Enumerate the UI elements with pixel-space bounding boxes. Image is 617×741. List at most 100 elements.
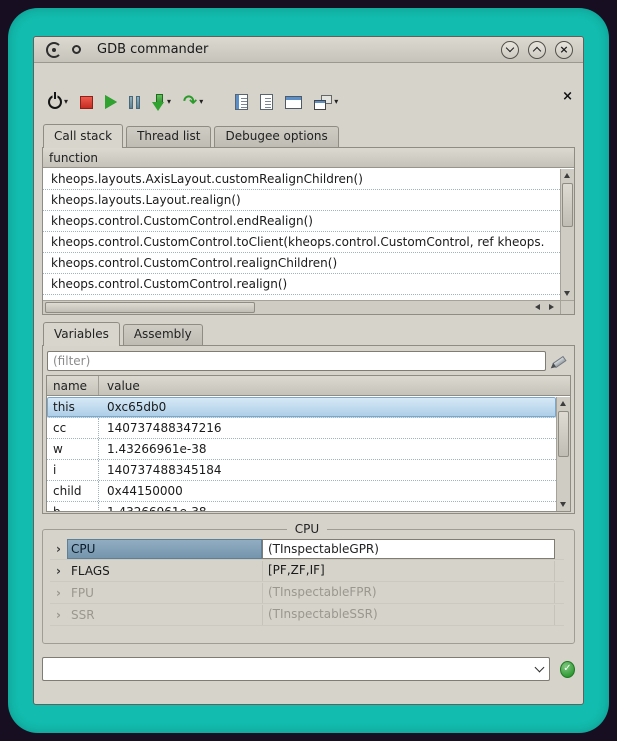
dropdown-arrow-icon[interactable]: ▾ — [199, 98, 203, 106]
run-button[interactable] — [103, 93, 119, 111]
stack-frame-row[interactable]: kheops.control.CustomControl.toClient(kh… — [43, 232, 560, 253]
register-group-name: FPU — [67, 583, 262, 603]
variable-row[interactable]: this 0xc65db0 — [47, 397, 556, 418]
variable-row[interactable]: b 1.43266961e-38 — [47, 502, 556, 511]
command-combobox[interactable] — [42, 657, 550, 681]
cpu-group-title: CPU — [287, 522, 327, 536]
dropdown-arrow-icon[interactable]: ▾ — [334, 98, 338, 106]
maximize-button[interactable] — [528, 41, 546, 59]
value-column-header[interactable]: value — [99, 376, 570, 395]
tab[interactable]: Call stack — [43, 124, 123, 148]
scrollbar-thumb[interactable] — [558, 411, 569, 457]
stack-frame-row[interactable]: kheops.control.CustomControl.endRealign(… — [43, 211, 560, 232]
app-icon[interactable] — [46, 42, 62, 58]
tab[interactable]: Debugee options — [214, 126, 338, 147]
filter-pen-button[interactable] — [546, 351, 570, 371]
message-list-button[interactable] — [233, 92, 250, 112]
stack-frame-label: kheops.control.CustomControl.endRealign(… — [51, 214, 313, 228]
scrollbar-corner — [560, 300, 574, 314]
vertical-scrollbar[interactable] — [560, 169, 574, 300]
expand-chevron-icon[interactable]: › — [50, 608, 67, 622]
client-area: × ▾ — [34, 87, 583, 728]
list-button[interactable] — [258, 92, 275, 112]
window-titlebar[interactable]: GDB commander × — [34, 37, 583, 63]
cpu-groupbox: CPU › CPU (TInspectableGPR) › FLAGS [PF,… — [42, 522, 575, 644]
stack-frame-row[interactable]: kheops.control.CustomControl.realign() — [43, 274, 560, 295]
pause-button[interactable] — [127, 94, 142, 111]
tab[interactable]: Assembly — [123, 324, 203, 345]
register-group-value[interactable]: (TInspectableFPR) — [262, 583, 555, 603]
variable-value: 0xc65db0 — [99, 397, 556, 417]
window-icon — [285, 96, 302, 109]
name-column-header[interactable]: name — [47, 376, 99, 395]
pin-icon[interactable] — [72, 45, 81, 54]
variable-row[interactable]: cc 140737488347216 — [47, 418, 556, 439]
variable-name: cc — [47, 418, 99, 438]
close-icon: × — [559, 43, 568, 56]
power-icon — [48, 95, 62, 109]
expand-chevron-icon[interactable]: › — [50, 542, 67, 556]
cpu-tree-row[interactable]: › SSR (TInspectableSSR) — [50, 604, 564, 626]
register-group-value[interactable]: (TInspectableGPR) — [262, 539, 555, 559]
power-button[interactable]: ▾ — [46, 93, 70, 111]
play-icon — [105, 95, 117, 109]
scroll-right-icon[interactable] — [549, 304, 554, 310]
stack-frame-row[interactable]: kheops.layouts.AxisLayout.customRealignC… — [43, 169, 560, 190]
register-group-name: FLAGS — [67, 561, 262, 581]
tab[interactable]: Thread list — [126, 126, 211, 147]
cpu-tree-row[interactable]: › FLAGS [PF,ZF,IF] — [50, 560, 564, 582]
register-group-name: CPU — [67, 539, 262, 559]
expand-chevron-icon[interactable]: › — [50, 564, 67, 578]
expand-chevron-icon[interactable]: › — [50, 586, 67, 600]
command-input[interactable] — [43, 662, 529, 676]
window-button[interactable] — [283, 94, 304, 111]
stack-frame-label: kheops.layouts.Layout.realign() — [51, 193, 241, 207]
scroll-left-icon[interactable] — [535, 304, 540, 310]
chevron-down-icon — [506, 44, 514, 52]
cpu-tree-row[interactable]: › CPU (TInspectableGPR) — [50, 538, 564, 560]
cpu-tree: › CPU (TInspectableGPR) › FLAGS [PF,ZF,I… — [50, 536, 564, 626]
dock-close-button[interactable]: × — [562, 90, 573, 103]
scroll-up-icon[interactable] — [560, 401, 566, 406]
filter-input[interactable] — [47, 351, 546, 371]
tab[interactable]: Variables — [43, 322, 120, 346]
horizontal-scrollbar[interactable] — [43, 300, 560, 314]
step-in-button[interactable]: ▾ — [150, 92, 173, 113]
variables-header: name value — [47, 376, 570, 396]
variable-row[interactable]: w 1.43266961e-38 — [47, 439, 556, 460]
combobox-dropdown-button[interactable] — [529, 658, 549, 680]
variables-panel: name value this 0xc65db0 cc 140737488347… — [42, 345, 575, 514]
cpu-tree-row[interactable]: › FPU (TInspectableFPR) — [50, 582, 564, 604]
scroll-down-icon[interactable] — [564, 291, 570, 296]
window-title: GDB commander — [97, 42, 208, 57]
windows-button[interactable]: ▾ — [312, 93, 340, 112]
minimize-button[interactable] — [501, 41, 519, 59]
debug-toolbar: ▾ ▾ ↷ — [42, 87, 575, 117]
function-column-header[interactable]: function — [43, 148, 574, 168]
stack-frame-row[interactable]: kheops.layouts.Layout.realign() — [43, 190, 560, 211]
variable-value: 0x44150000 — [99, 481, 556, 501]
window-controls: × — [501, 41, 573, 59]
dropdown-arrow-icon[interactable]: ▾ — [64, 98, 68, 106]
stack-frame-row[interactable]: kheops.control.CustomControl.realignChil… — [43, 253, 560, 274]
send-command-button[interactable]: ✓ — [560, 661, 575, 678]
scroll-down-icon[interactable] — [560, 502, 566, 507]
register-group-value[interactable]: (TInspectableSSR) — [262, 605, 555, 625]
pen-icon — [550, 353, 566, 369]
variable-value: 140737488347216 — [99, 418, 556, 438]
register-group-value[interactable]: [PF,ZF,IF] — [262, 561, 555, 581]
scrollbar-thumb[interactable] — [45, 302, 255, 313]
vertical-scrollbar[interactable] — [556, 397, 570, 511]
stop-button[interactable] — [78, 94, 95, 111]
scrollbar-thumb[interactable] — [562, 183, 573, 227]
variable-row[interactable]: i 140737488345184 — [47, 460, 556, 481]
scroll-up-icon[interactable] — [564, 173, 570, 178]
register-group-name: SSR — [67, 605, 262, 625]
close-button[interactable]: × — [555, 41, 573, 59]
step-over-button[interactable]: ↷ ▾ — [181, 93, 205, 111]
stack-frame-label: kheops.control.CustomControl.realign() — [51, 277, 287, 291]
variables-table: name value this 0xc65db0 cc 140737488347… — [46, 375, 571, 512]
variable-row[interactable]: child 0x44150000 — [47, 481, 556, 502]
dropdown-arrow-icon[interactable]: ▾ — [167, 98, 171, 106]
variable-value: 1.43266961e-38 — [99, 439, 556, 459]
